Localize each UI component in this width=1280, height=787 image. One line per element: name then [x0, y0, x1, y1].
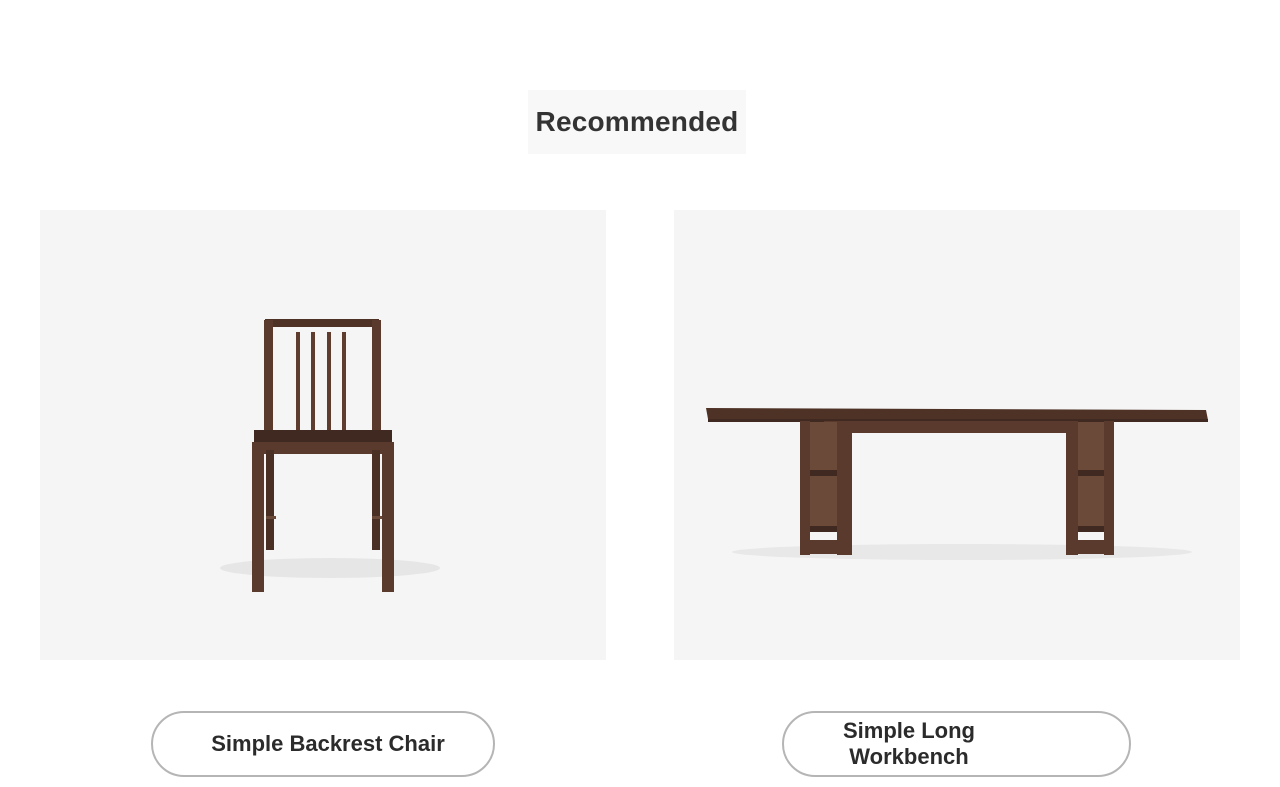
product-button-chair[interactable]: Simple Backrest Chair — [151, 711, 495, 777]
product-button-workbench[interactable]: Simple Long Workbench — [782, 711, 1131, 777]
workbench-illustration — [706, 408, 1208, 560]
product-name-chair: Simple Backrest Chair — [211, 731, 445, 756]
product-image-chair[interactable] — [40, 210, 606, 660]
section-title-container: Recommended — [528, 90, 746, 154]
product-image-workbench[interactable] — [674, 210, 1240, 660]
recommended-page: Recommended Simple Backrest Chair Simple… — [0, 0, 1280, 787]
product-name-workbench: Simple Long Workbench — [843, 718, 975, 769]
section-title: Recommended — [535, 106, 739, 137]
chair-illustration — [220, 319, 440, 592]
